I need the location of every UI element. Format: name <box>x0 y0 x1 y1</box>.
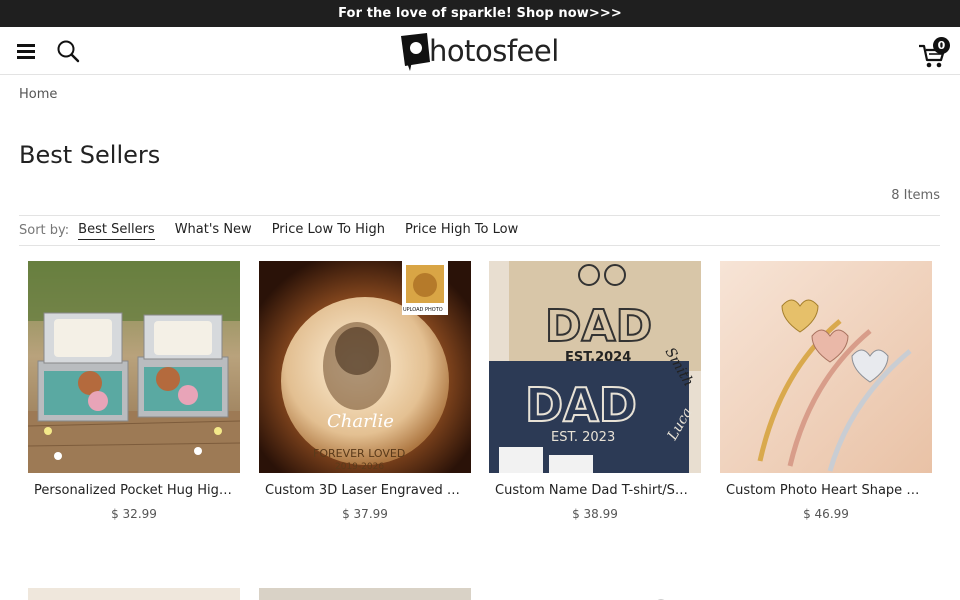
sort-option-price-low-high[interactable]: Price Low To High <box>272 222 385 239</box>
sort-option-best-sellers[interactable]: Best Sellers <box>78 222 155 240</box>
crystal-name-text: Charlie <box>327 411 394 432</box>
page-title: Best Sellers <box>19 141 161 169</box>
announcement-bar[interactable]: For the love of sparkle! Shop now>>> <box>0 0 960 27</box>
product-price: $ 38.99 <box>572 507 618 521</box>
site-header: P hotosfeel 0 <box>0 27 960 75</box>
product-price: $ 46.99 <box>803 507 849 521</box>
upload-photo-text: UPLOAD PHOTO <box>403 307 443 313</box>
sort-bar: Sort by: Best Sellers What's New Price L… <box>19 215 940 246</box>
product-name[interactable]: Custom Name Dad T-shirt/Sw... <box>489 483 701 498</box>
product-image[interactable] <box>720 261 932 473</box>
announcement-text[interactable]: For the love of sparkle! Shop now>>> <box>338 6 622 21</box>
menu-icon[interactable] <box>17 43 35 59</box>
product-image-partial[interactable] <box>259 588 471 600</box>
breadcrumb-home[interactable]: Home <box>19 87 57 102</box>
product-price: $ 37.99 <box>342 507 388 521</box>
crystal-date-text: 2019-2026 <box>335 462 384 472</box>
product-image[interactable]: Charlie FOREVER LOVED 2019-2026 UPLOAD P… <box>259 261 471 473</box>
sort-label: Sort by: <box>19 223 70 238</box>
product-image[interactable] <box>28 261 240 473</box>
product-price: $ 32.99 <box>111 507 157 521</box>
product-name[interactable]: Personalized Pocket Hug Highl... <box>28 483 240 498</box>
cart-count-badge: 0 <box>933 37 950 54</box>
product-card[interactable]: Custom Photo Heart Shape An... $ 46.99 <box>720 261 932 521</box>
logo-letter: P <box>404 55 411 65</box>
search-icon[interactable] <box>56 39 80 63</box>
product-image-partial[interactable] <box>28 588 240 600</box>
shirt-est-bottom: EST. 2023 <box>551 430 615 445</box>
product-name[interactable]: Custom 3D Laser Engraved Pe... <box>259 483 471 498</box>
product-image-partial[interactable] <box>489 588 701 600</box>
item-count: 8 Items <box>891 188 940 203</box>
product-card[interactable]: Charlie FOREVER LOVED 2019-2026 UPLOAD P… <box>259 261 471 521</box>
product-image[interactable]: DAD EST.2024 DAD EST. 2023 Smith Luca <box>489 261 701 473</box>
product-name[interactable]: Custom Photo Heart Shape An... <box>720 483 932 498</box>
logo-mark: P <box>401 33 430 71</box>
breadcrumb: Home <box>19 87 57 102</box>
logo-text: hotosfeel <box>429 34 559 68</box>
cart-button[interactable]: 0 <box>918 37 952 68</box>
shirt-est-top: EST.2024 <box>565 350 631 365</box>
crystal-caption-text: FOREVER LOVED <box>313 447 405 460</box>
shirt-word-top: DAD <box>545 301 652 352</box>
sort-option-price-high-low[interactable]: Price High To Low <box>405 222 518 239</box>
shirt-word-bottom: DAD <box>525 378 637 432</box>
product-card[interactable]: DAD EST.2024 DAD EST. 2023 Smith Luca Cu… <box>489 261 701 521</box>
site-logo[interactable]: P hotosfeel <box>397 32 559 72</box>
product-card[interactable]: Personalized Pocket Hug Highl... $ 32.99 <box>28 261 240 521</box>
sort-option-whats-new[interactable]: What's New <box>175 222 252 239</box>
